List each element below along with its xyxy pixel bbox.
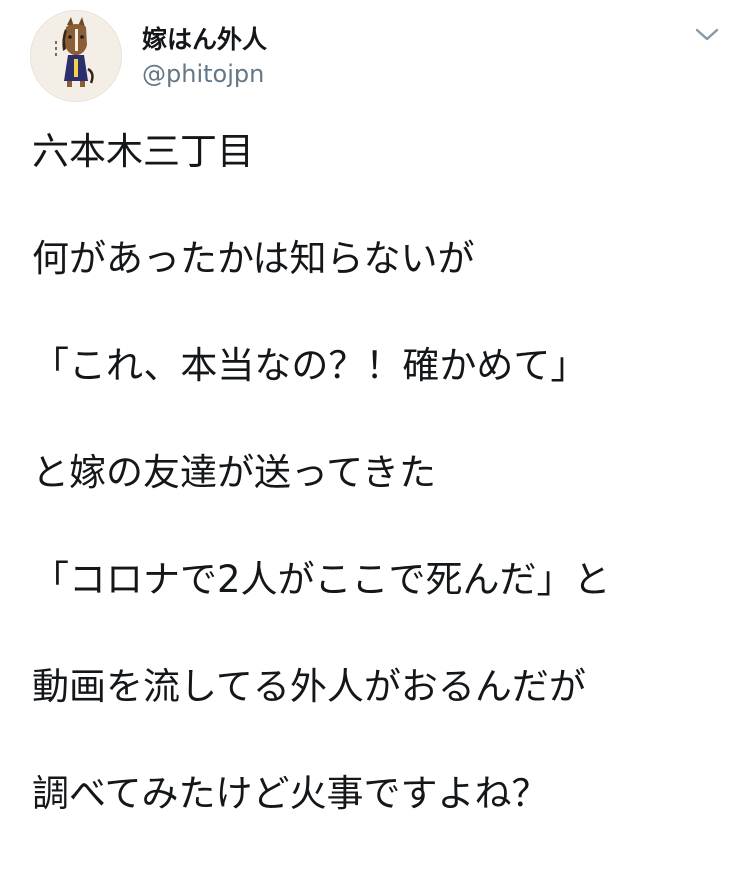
avatar[interactable] — [30, 10, 122, 102]
tweet-line: と嫁の友達が送ってきた — [32, 451, 437, 494]
more-options-button[interactable] — [690, 18, 724, 52]
user-handle[interactable]: @phitojpn — [142, 60, 264, 88]
tweet-line: 「コロナで2人がここで死んだ」と — [32, 558, 611, 601]
chevron-down-icon — [695, 28, 719, 41]
tweet-line: 動画を流してる外人がおるんだが — [32, 665, 586, 708]
tweet-text: 六本木三丁目 何があったかは知らないが 「これ、本当なの？！確かめて」 と嫁の友… — [32, 125, 732, 874]
tweet-line: 何があったかは知らないが — [32, 237, 475, 280]
tweet-line: 六本木三丁目 — [32, 130, 254, 173]
horse-mascot-icon — [31, 11, 121, 101]
tweet-line: 「これ、本当なの？！確かめて」 — [32, 344, 588, 387]
display-name[interactable]: 嫁はん外人 — [142, 20, 267, 56]
tweet-line: 調べてみたけど火事ですよね？ — [32, 772, 549, 815]
tweet-header: 嫁はん外人 @phitojpn — [0, 0, 750, 120]
